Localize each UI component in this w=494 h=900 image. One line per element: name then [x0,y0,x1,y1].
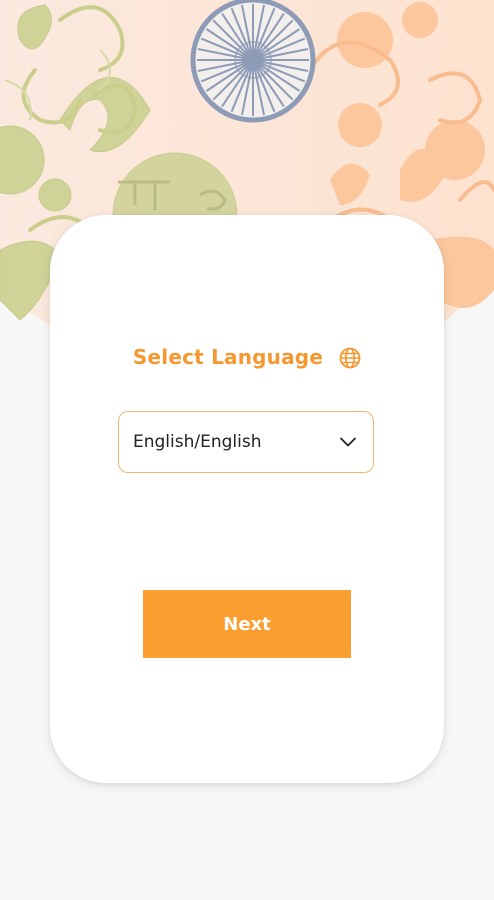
page-title: Select Language [132,345,324,369]
language-select[interactable]: English/English [118,411,374,473]
globe-icon [339,347,361,369]
ashoka-chakra-icon [190,0,316,123]
chevron-down-icon [339,433,357,451]
title-row: Select Language [50,342,444,372]
language-card: Select Language English/English Next [50,215,444,783]
next-button[interactable]: Next [143,590,351,658]
language-select-value: English/English [133,432,262,452]
